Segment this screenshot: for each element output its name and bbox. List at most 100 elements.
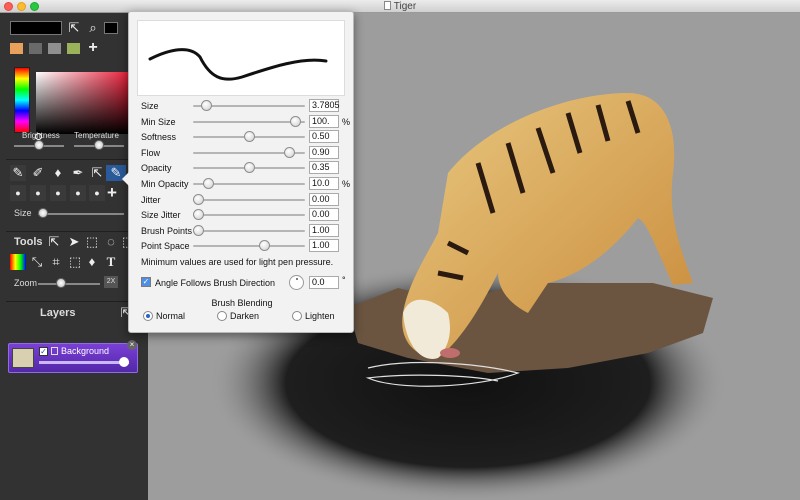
export-brush-icon[interactable]: ⇱ — [89, 165, 105, 181]
brush-param-value-field[interactable]: 1.00 — [309, 239, 339, 253]
brush-param-row: Size Jitter 0.00 — [141, 208, 351, 222]
color-palette-icon[interactable] — [10, 254, 26, 270]
layer-name: Background — [61, 346, 110, 356]
text-tool-icon[interactable]: T — [103, 254, 119, 270]
brush-preset-1-icon[interactable]: ● — [10, 185, 26, 201]
pointer-tool-icon[interactable]: ➤ — [66, 234, 82, 250]
swatch-dark-gray[interactable] — [29, 43, 42, 54]
brush-param-value-field[interactable]: 1.00 — [309, 223, 339, 237]
ink-drop-icon[interactable]: ♦ — [50, 165, 66, 181]
layers-section-title: Layers — [40, 307, 76, 319]
brightness-slider-knob[interactable] — [34, 140, 44, 150]
brush-param-slider-knob[interactable] — [193, 209, 204, 221]
marker-brush-icon[interactable]: ✐ — [30, 165, 46, 181]
document-icon — [383, 1, 391, 10]
add-swatch-icon[interactable]: + — [85, 40, 101, 56]
current-color-swatch[interactable] — [10, 21, 62, 35]
brush-param-value-field[interactable]: 10.0 — [309, 177, 339, 190]
brush-param-slider-knob[interactable] — [201, 100, 213, 111]
pressure-note: Minimum values are used for light pen pr… — [141, 257, 334, 267]
brush-param-row: Jitter 0.00 — [141, 192, 351, 207]
layer-item-background[interactable]: ✓ Background × — [8, 340, 138, 373]
title-bar: Tiger — [0, 0, 800, 13]
brush-param-value-field[interactable]: 0.00 — [309, 208, 339, 222]
brush-param-slider-track[interactable] — [193, 214, 305, 217]
brush-param-slider-knob[interactable] — [193, 193, 204, 205]
brush-param-slider-track[interactable] — [193, 198, 305, 201]
brush-param-value-field[interactable]: 0.35 — [309, 161, 339, 175]
popover-arrow — [122, 172, 129, 186]
brush-param-slider-knob[interactable] — [243, 131, 255, 143]
brush-param-value-field[interactable]: 0.90 — [309, 145, 339, 159]
brush-preset-5-icon[interactable]: ● — [89, 185, 105, 201]
fit-tool-icon[interactable]: ⤡ — [29, 254, 45, 270]
brush-param-slider-knob[interactable] — [193, 224, 204, 236]
zoom-2x-button[interactable]: 2X — [104, 276, 118, 288]
angle-follows-checkbox[interactable]: ✓ — [141, 277, 151, 287]
fill-drop-icon[interactable]: ♦ — [84, 254, 100, 270]
brush-param-value-field[interactable]: 3.7805 — [309, 99, 340, 112]
brush-preset-4-icon[interactable]: ● — [70, 185, 86, 201]
brush-param-slider-track[interactable] — [193, 245, 305, 248]
temperature-label: Temperature — [74, 131, 119, 140]
swatch-orange[interactable] — [10, 43, 23, 54]
brush-param-slider-knob[interactable] — [289, 115, 301, 127]
blend-lighten-radio[interactable] — [292, 311, 302, 321]
brush-size-label: Size — [14, 208, 32, 218]
swatch-olive[interactable] — [67, 43, 80, 54]
rect-select-icon[interactable]: ⬚ — [84, 234, 100, 250]
brush-param-value-field[interactable]: 100. — [309, 114, 339, 128]
add-brush-icon[interactable]: + — [104, 184, 120, 201]
angle-value-field[interactable]: 0.0 — [309, 276, 339, 289]
brush-preset-3-icon[interactable]: ● — [50, 185, 66, 201]
brush-param-slider-track[interactable] — [193, 229, 305, 232]
blend-normal-label: Normal — [156, 311, 186, 321]
angle-dial[interactable] — [289, 275, 304, 290]
blend-normal-radio[interactable] — [143, 311, 153, 321]
brush-settings-popover: Size 3.7805 Min Size 100.% Softness 0.50 Flow 0… — [122, 11, 354, 333]
brush-param-unit: % — [342, 116, 351, 127]
zoom-slider-knob[interactable] — [56, 278, 66, 288]
saturation-brightness-field[interactable] — [36, 72, 134, 134]
brush-preset-2-icon[interactable]: ● — [30, 185, 46, 201]
divider — [6, 301, 140, 302]
hue-slider[interactable] — [14, 67, 30, 133]
brush-param-row: Flow 0.90 — [141, 145, 351, 160]
angle-follows-row: ✓ Angle Follows Brush Direction 0.0 ° — [141, 275, 351, 291]
temperature-slider-knob[interactable] — [94, 140, 104, 150]
zoom-slider-track[interactable] — [38, 283, 100, 285]
brush-param-slider-knob[interactable] — [283, 146, 295, 158]
brush-param-slider-track[interactable] — [193, 120, 305, 123]
eyedropper-search-icon[interactable]: ⌕ — [85, 20, 101, 36]
brush-param-label: Min Size — [141, 116, 176, 127]
crop-tool-icon[interactable]: ⌗ — [48, 254, 64, 270]
brush-blending-title: Brush Blending — [211, 298, 273, 308]
brush-param-slider-knob[interactable] — [258, 240, 270, 252]
pencil-brush-icon[interactable]: ✎ — [10, 165, 26, 181]
brush-param-row: Min Opacity 10.0% — [141, 177, 351, 191]
blend-darken-radio[interactable] — [217, 311, 227, 321]
window-title: Tiger — [0, 0, 800, 13]
paintbrush-icon[interactable]: ✒ — [70, 165, 86, 181]
brush-param-slider-knob[interactable] — [203, 178, 215, 189]
lasso-select-icon[interactable]: ◌ — [103, 234, 119, 250]
secondary-color-swatch[interactable] — [104, 22, 118, 34]
brush-size-slider-knob[interactable] — [38, 208, 48, 218]
layer-opacity-track[interactable] — [39, 361, 129, 364]
brush-param-row: Min Size 100.% — [141, 114, 351, 129]
brush-param-value-field[interactable]: 0.50 — [309, 130, 339, 144]
brush-param-value-field[interactable]: 0.00 — [309, 192, 339, 206]
swatch-gray[interactable] — [48, 43, 61, 54]
layer-delete-icon[interactable]: × — [127, 340, 137, 350]
layer-lock-icon[interactable] — [51, 347, 58, 355]
tools-export-icon[interactable]: ⇱ — [46, 234, 62, 250]
brush-param-label: Opacity — [141, 163, 172, 174]
layer-opacity-knob[interactable] — [119, 357, 129, 367]
export-icon[interactable]: ⇱ — [66, 20, 82, 36]
layer-visibility-checkbox[interactable]: ✓ — [39, 347, 48, 356]
brush-param-slider-knob[interactable] — [243, 162, 255, 174]
tool-sidebar: ⇱ ⌕ + Brightness Temperature ✎ ✐ ♦ ✒ ⇱ ✎… — [0, 13, 148, 500]
brush-param-row: Softness 0.50 — [141, 130, 351, 144]
brush-size-slider-track[interactable] — [38, 213, 124, 215]
distort-tool-icon[interactable]: ⬚ — [67, 254, 83, 270]
